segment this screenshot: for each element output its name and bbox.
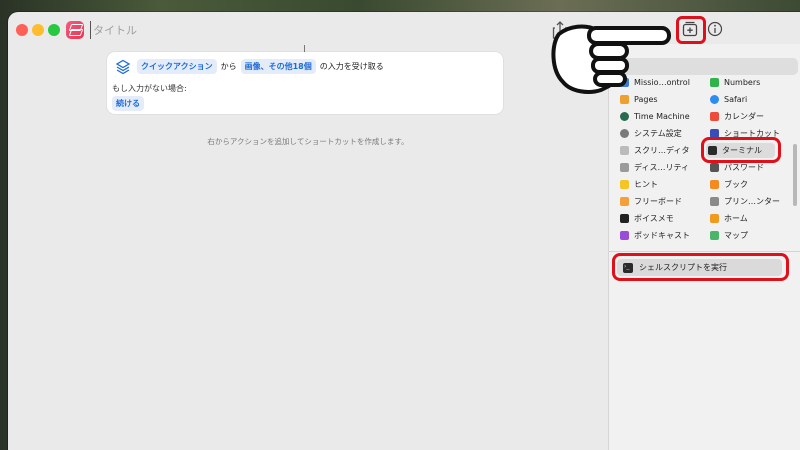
app-label: ディス…リティ — [634, 163, 689, 172]
script-editor-icon — [620, 146, 629, 155]
app-item-maps[interactable]: マップ — [708, 228, 748, 243]
tips-icon — [620, 180, 629, 189]
shortcuts-app-icon — [66, 21, 84, 39]
app-label: マップ — [724, 231, 748, 240]
from-text: から — [220, 62, 237, 71]
key-icon — [710, 163, 719, 172]
input-types-chip[interactable]: 画像、その他18個 — [240, 59, 316, 74]
app-label: プリン…ンター — [724, 197, 780, 206]
app-item-calendar[interactable]: カレンダー — [708, 109, 764, 124]
app-item-passwords[interactable]: パスワード — [708, 160, 764, 175]
app-label: スクリ…ディタ — [634, 146, 690, 155]
house-icon — [710, 214, 719, 223]
app-label: Time Machine — [634, 112, 690, 121]
titlebar — [8, 12, 800, 46]
zoom-window-button[interactable] — [48, 24, 60, 36]
app-label: フリーボード — [634, 197, 682, 206]
terminal-icon — [708, 146, 717, 155]
app-item-safari[interactable]: Safari — [708, 92, 747, 107]
empty-editor-hint: 右からアクションを追加してショートカットを作成します。 — [207, 137, 409, 146]
input-source-chip[interactable]: クイックアクション — [137, 59, 217, 74]
app-item-time-machine[interactable]: Time Machine — [618, 109, 690, 124]
continue-chip[interactable]: 続ける — [112, 96, 144, 111]
calendar-icon — [710, 112, 719, 121]
run-shell-script-action[interactable]: シェルスクリプトを実行 — [617, 259, 782, 276]
map-icon — [710, 231, 719, 240]
app-label: システム設定 — [634, 129, 682, 138]
receive-text: の入力を受け取る — [319, 62, 384, 71]
app-label: パスワード — [724, 163, 764, 172]
app-label: Safari — [724, 95, 748, 104]
podcasts-icon — [620, 231, 629, 240]
add-library-icon[interactable] — [681, 20, 699, 38]
app-item-tips[interactable]: ヒント — [618, 177, 658, 192]
app-label: ポッドキャスト — [634, 231, 690, 240]
app-item-books[interactable]: ブック — [708, 177, 748, 192]
app-item-freeform[interactable]: フリーボード — [618, 194, 682, 209]
gear-icon — [620, 129, 629, 138]
info-icon[interactable] — [707, 21, 723, 37]
app-label: カレンダー — [724, 112, 764, 121]
action-label: シェルスクリプトを実行 — [639, 263, 727, 272]
pointing-hand-icon — [551, 24, 671, 94]
app-label: ターミナル — [722, 146, 762, 155]
app-item-podcasts[interactable]: ポッドキャスト — [618, 228, 690, 243]
app-item-home[interactable]: ホーム — [708, 211, 748, 226]
minimize-window-button[interactable] — [32, 24, 44, 36]
book-icon — [710, 180, 719, 189]
app-item-system-settings[interactable]: システム設定 — [618, 126, 682, 141]
app-label: ホーム — [724, 214, 748, 223]
shortcuts-icon — [710, 129, 719, 138]
close-window-button[interactable] — [16, 24, 28, 36]
app-item-shortcuts[interactable]: ショートカット — [708, 126, 780, 141]
app-item-script-editor[interactable]: スクリ…ディタ — [618, 143, 689, 158]
app-label: Numbers — [724, 78, 761, 87]
printer-icon — [710, 197, 719, 206]
terminal-icon — [623, 262, 633, 273]
layers-icon — [115, 59, 131, 75]
app-item-printer-center[interactable]: プリン…ンター — [708, 194, 780, 209]
disk-utility-icon — [620, 163, 629, 172]
sidebar-divider — [609, 251, 800, 252]
app-item-voice-memos[interactable]: ボイスメモ — [618, 211, 674, 226]
shortcut-title-input[interactable] — [90, 21, 290, 39]
app-label: ボイスメモ — [634, 214, 674, 223]
app-item-terminal[interactable]: ターミナル — [706, 143, 775, 158]
app-item-disk-utility[interactable]: ディス…リティ — [618, 160, 689, 175]
action-library-sidebar: Missio…ontrol Pages Time Machine システム設定 … — [608, 44, 800, 450]
freeform-icon — [620, 197, 629, 206]
time-machine-icon — [620, 112, 629, 121]
receive-input-row: クイックアクション から 画像、その他18個 の入力を受け取る — [137, 59, 388, 74]
no-input-label: もし入力がない場合: — [112, 84, 187, 93]
app-label: ショートカット — [724, 129, 780, 138]
receive-input-action-card[interactable]: クイックアクション から 画像、その他18個 の入力を受け取る もし入力がない場… — [107, 52, 503, 114]
app-item-numbers[interactable]: Numbers — [708, 75, 760, 90]
shortcuts-window: クイックアクション から 画像、その他18個 の入力を受け取る もし入力がない場… — [8, 12, 800, 450]
app-label: ヒント — [634, 180, 658, 189]
sidebar-scrollbar[interactable] — [793, 144, 797, 206]
app-label: ブック — [724, 180, 748, 189]
compass-icon — [710, 95, 719, 104]
numbers-icon — [710, 78, 719, 87]
voice-memos-icon — [620, 214, 629, 223]
